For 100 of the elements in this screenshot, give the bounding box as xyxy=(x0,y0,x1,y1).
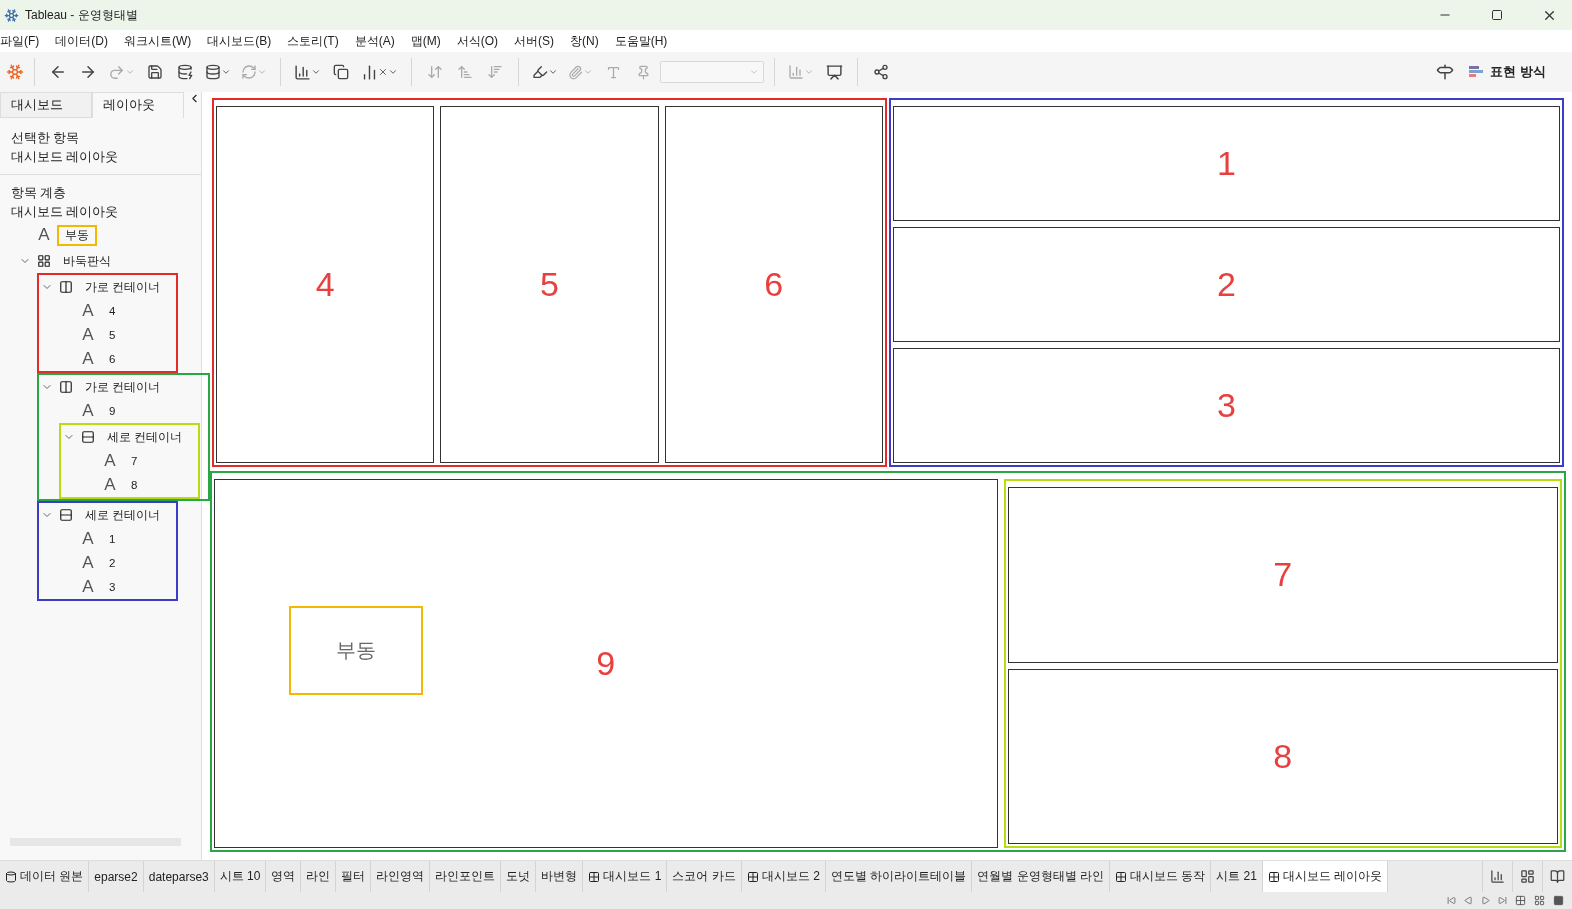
swap-icon xyxy=(427,64,443,80)
text-object-icon: A xyxy=(101,475,119,495)
menu-item[interactable]: 스토리(T) xyxy=(287,32,347,50)
tree-item[interactable]: 1 xyxy=(101,530,124,548)
tree-item[interactable]: 부동 xyxy=(57,224,97,246)
app-logo-icon xyxy=(4,7,19,23)
text-object-icon: A xyxy=(79,349,97,369)
menu-item[interactable]: 워크시트(W) xyxy=(124,32,200,50)
sorter-view-icon[interactable] xyxy=(1515,895,1526,906)
menu-item[interactable]: 창(N) xyxy=(570,32,607,50)
menu-item[interactable]: 서식(O) xyxy=(456,32,506,50)
sort-ascending-icon xyxy=(457,64,473,80)
share-icon xyxy=(873,64,889,80)
menu-item[interactable]: 데이터(D) xyxy=(55,32,116,50)
highlighter-icon xyxy=(532,64,548,80)
tree-item[interactable]: 세로 컨테이너 xyxy=(99,426,191,448)
dashboard-zone: 8 xyxy=(1007,668,1558,844)
selected-item-name: 대시보드 레이아웃 xyxy=(11,149,120,166)
dashboard-zone: 1 xyxy=(893,106,1560,221)
caret-icon xyxy=(257,67,267,77)
x-icon xyxy=(378,67,388,77)
last-page-icon[interactable] xyxy=(1498,896,1507,905)
caret-icon xyxy=(749,67,759,77)
show-me-button[interactable]: 표현 방식 xyxy=(1462,62,1552,82)
bar-chart-icon xyxy=(294,63,311,81)
paperclip-icon xyxy=(568,64,583,80)
menu-item[interactable]: 대시보드(B) xyxy=(207,32,280,50)
dashboard-zone: 6 xyxy=(664,106,883,463)
caret-icon xyxy=(221,67,231,77)
dashboard-zone: 4 xyxy=(216,106,435,463)
first-page-icon[interactable] xyxy=(1447,896,1456,905)
dashboard-zone: 3 xyxy=(893,348,1560,463)
tree-item[interactable]: 가로 컨테이너 xyxy=(77,276,169,298)
arrow-right-icon xyxy=(79,63,97,81)
dashboard-zone: 2 xyxy=(893,227,1560,342)
tabs-view-icon[interactable] xyxy=(1553,895,1564,906)
caret-icon xyxy=(804,67,814,77)
tree-item[interactable]: 가로 컨테이너 xyxy=(77,376,169,398)
redo-arrow-icon xyxy=(108,63,125,81)
menu-item[interactable]: 서버(S) xyxy=(514,32,562,50)
sheet-tab[interactable]: 대시보드 레이아웃 xyxy=(1262,861,1389,892)
logo-icon[interactable] xyxy=(6,63,24,81)
menu-item[interactable]: 분석(A) xyxy=(354,32,403,50)
database-icon xyxy=(177,64,193,80)
panel-tab[interactable]: 대시보드 xyxy=(0,92,92,118)
floating-text-object: 부동 xyxy=(289,606,423,695)
text-object-icon: A xyxy=(79,401,97,421)
tree-item[interactable]: 5 xyxy=(101,326,124,344)
tree-item[interactable]: 2 xyxy=(101,554,124,572)
vertical-container-icon xyxy=(81,430,95,444)
database-icon xyxy=(5,870,17,883)
tiled-icon xyxy=(37,254,51,268)
caret-icon xyxy=(548,67,558,77)
tree-item[interactable]: 세로 컨테이너 xyxy=(77,504,169,526)
caret-icon xyxy=(583,67,593,77)
tree-item[interactable]: 4 xyxy=(101,302,124,320)
horizontal-container-icon xyxy=(59,380,73,394)
text-object-icon: A xyxy=(79,325,97,345)
tree-item[interactable]: 바둑판식 xyxy=(55,250,119,272)
text-object-icon: A xyxy=(79,553,97,573)
section-heading: 선택한 항목 xyxy=(11,130,81,147)
bar-chart-icon xyxy=(1490,869,1505,884)
panel-tab[interactable]: 레이아웃 xyxy=(92,92,184,118)
previous-icon[interactable] xyxy=(1464,896,1473,905)
sort-descending-icon xyxy=(487,64,503,80)
book-icon xyxy=(1550,869,1565,884)
menu-item[interactable]: 맵(M) xyxy=(410,32,449,50)
dashboard-icon xyxy=(1114,870,1127,883)
dashboard-icon xyxy=(1267,870,1280,883)
window-title: Tableau - 운영형태별 xyxy=(25,6,139,24)
copy-icon xyxy=(333,64,349,80)
caret-icon xyxy=(388,67,398,77)
dashboard-icon xyxy=(588,870,601,883)
horizontal-container-icon xyxy=(59,280,73,294)
vertical-container-icon xyxy=(59,508,73,522)
next-icon[interactable] xyxy=(1481,896,1490,905)
tree-item[interactable]: 8 xyxy=(123,476,146,494)
dashboard-zone: 5 xyxy=(440,106,659,463)
bar-chart-icon xyxy=(788,64,804,80)
tree-item[interactable]: 3 xyxy=(101,578,124,596)
bar-list-icon xyxy=(1468,64,1485,80)
dashboard-icon xyxy=(746,870,759,883)
tree-item[interactable]: 6 xyxy=(101,350,124,368)
tree-root: 대시보드 레이아웃 xyxy=(11,204,120,221)
database-icon xyxy=(205,64,221,80)
maximize-icon xyxy=(1491,9,1503,21)
text-object-icon: A xyxy=(79,577,97,597)
text-object-icon: A xyxy=(79,529,97,549)
pin-icon xyxy=(635,64,651,80)
text-object-icon: A xyxy=(35,225,53,245)
presentation-icon xyxy=(825,63,843,81)
tree-item[interactable]: 7 xyxy=(123,452,146,470)
section-heading: 항목 계층 xyxy=(11,185,68,202)
menu-item[interactable]: 도움말(H) xyxy=(614,32,676,50)
filmstrip-view-icon[interactable] xyxy=(1534,895,1545,906)
caret-icon xyxy=(311,67,321,77)
tree-item[interactable]: 9 xyxy=(101,402,124,420)
dashboard-zone: 7 xyxy=(1007,487,1558,663)
caret-icon xyxy=(125,67,135,77)
menu-item[interactable]: 파일(F) xyxy=(0,32,48,50)
